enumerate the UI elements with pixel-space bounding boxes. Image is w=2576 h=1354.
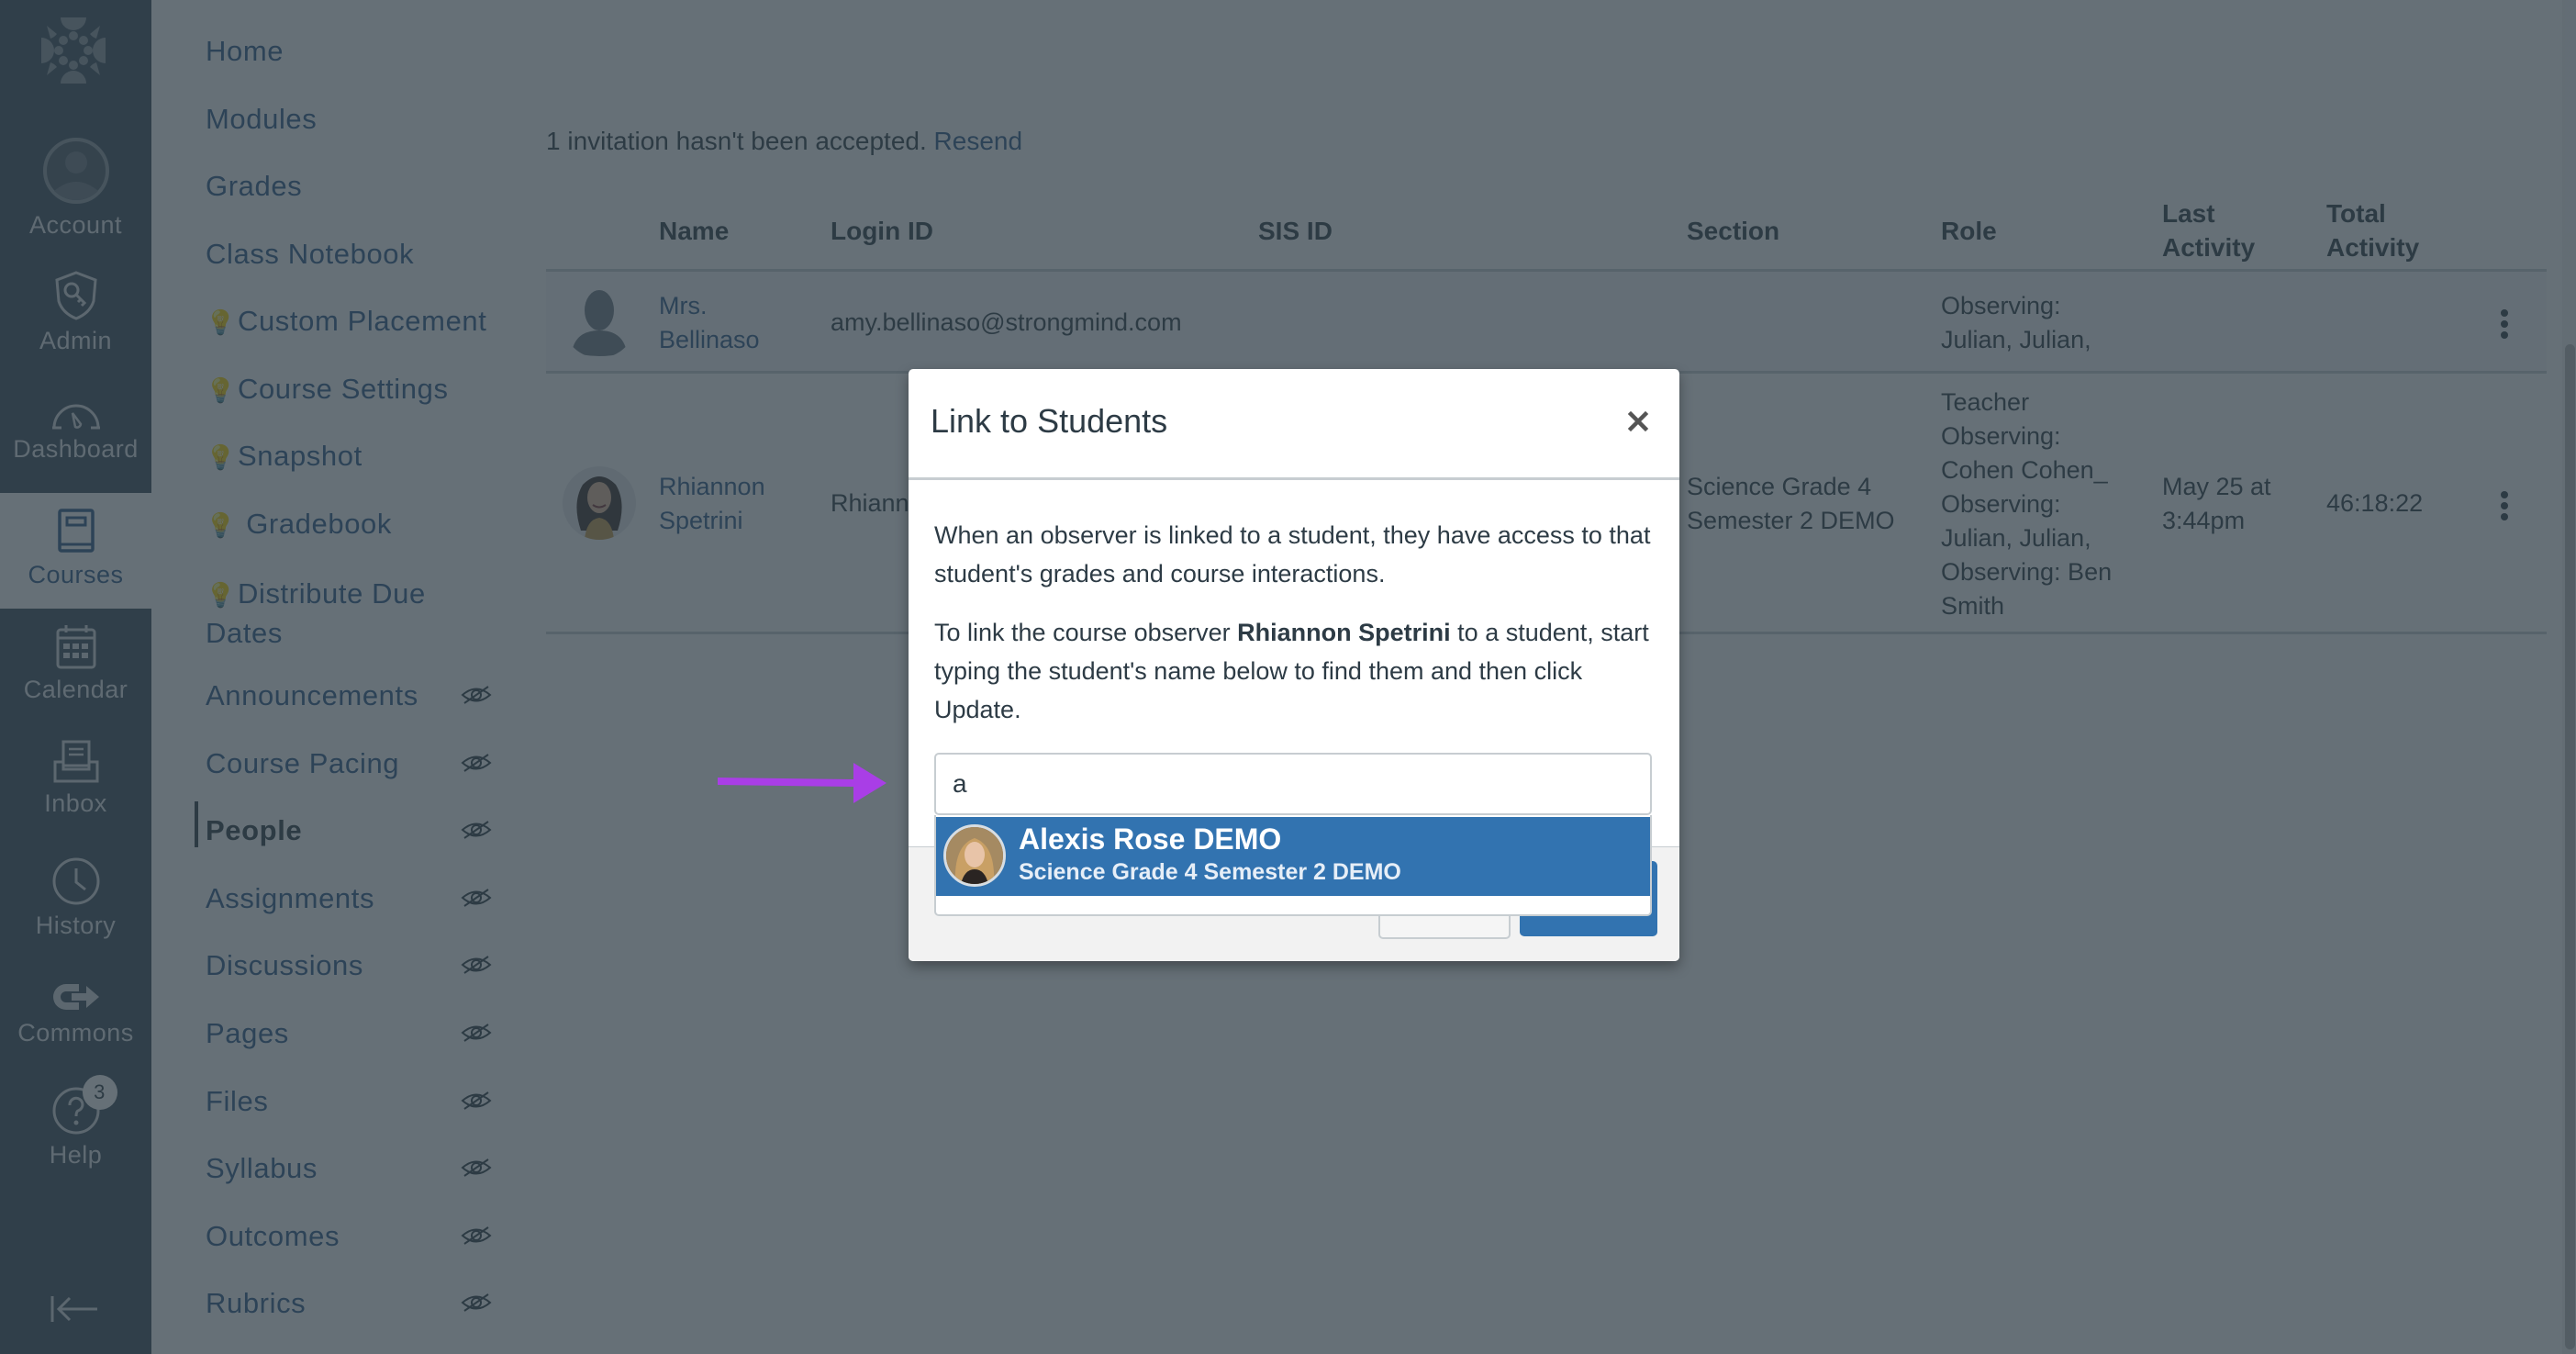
annotation-arrow-icon — [718, 763, 887, 803]
link-to-students-dialog: Link to Students When an observer is lin… — [909, 369, 1679, 961]
dialog-instructions: To link the course observer Rhiannon Spe… — [934, 613, 1659, 729]
dialog-body: When an observer is linked to a student,… — [934, 516, 1659, 749]
student-suggestions-list: Alexis Rose DEMO Science Grade 4 Semeste… — [934, 815, 1652, 916]
dialog-header: Link to Students — [909, 369, 1679, 480]
dialog-title: Link to Students — [931, 402, 1168, 440]
close-icon[interactable] — [1624, 408, 1652, 435]
dialog-description: When an observer is linked to a student,… — [934, 521, 1651, 587]
student-suggestion-option[interactable]: Alexis Rose DEMO Science Grade 4 Semeste… — [936, 817, 1650, 896]
observer-name: Rhiannon Spetrini — [1237, 619, 1451, 646]
student-search-input[interactable] — [934, 753, 1652, 815]
student-name: Alexis Rose DEMO — [1019, 822, 1282, 856]
instructions-text: To link the course observer — [934, 619, 1238, 646]
student-avatar — [943, 824, 1006, 887]
student-section: Science Grade 4 Semester 2 DEMO — [1019, 859, 1401, 885]
